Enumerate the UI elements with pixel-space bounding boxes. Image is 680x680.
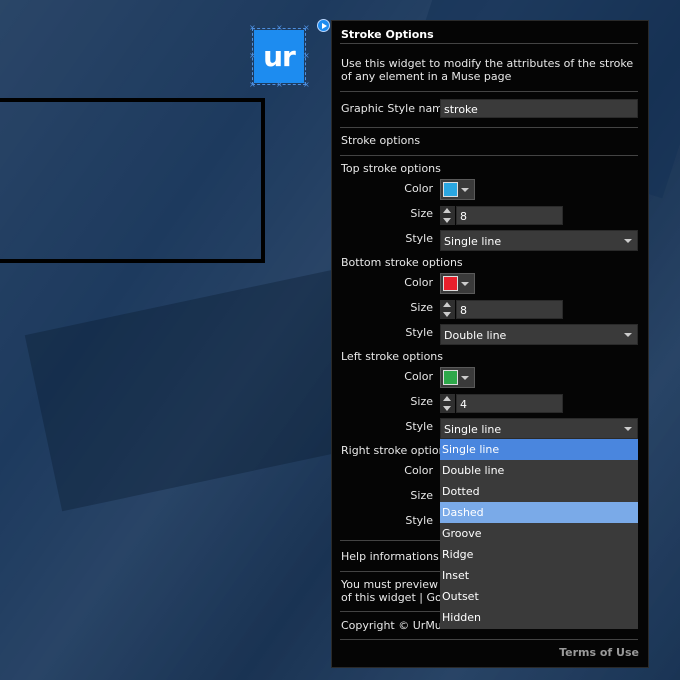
help-text-line-2[interactable]: of this widget | Go to (341, 591, 456, 604)
dropdown-option[interactable]: Dashed (440, 502, 638, 523)
stroke-options-heading: Stroke options (341, 134, 421, 147)
bottom-color-label: Color (404, 276, 433, 289)
bottom-size-label: Size (410, 301, 433, 314)
top-color-label: Color (404, 182, 433, 195)
divider (340, 127, 638, 128)
dropdown-option[interactable]: Double line (440, 460, 638, 481)
dropdown-option[interactable]: Ridge (440, 544, 638, 565)
top-size-input[interactable]: 8 (456, 206, 563, 225)
top-size-label: Size (410, 207, 433, 220)
color-swatch (443, 370, 458, 385)
copyright-text: Copyright © UrMuse (341, 619, 455, 632)
left-color-picker[interactable] (440, 367, 475, 388)
chevron-down-icon (461, 376, 469, 380)
dropdown-option[interactable]: Inset (440, 565, 638, 586)
arrow-down-icon[interactable] (443, 218, 451, 223)
help-heading: Help informations (341, 550, 439, 563)
arrow-up-icon[interactable] (443, 302, 451, 307)
dropdown-option[interactable]: Outset (440, 586, 638, 607)
style-dropdown-list: Single line Double line Dotted Dashed Gr… (440, 439, 638, 629)
dropdown-option[interactable]: Dotted (440, 481, 638, 502)
panel-title: Stroke Options (341, 28, 434, 41)
selection-handle-icon[interactable]: × (276, 81, 283, 89)
bottom-stroke-heading: Bottom stroke options (341, 256, 463, 269)
chevron-down-icon (624, 239, 632, 243)
graphic-style-input[interactable]: stroke (440, 99, 638, 118)
dropdown-option[interactable]: Groove (440, 523, 638, 544)
left-stroke-heading: Left stroke options (341, 350, 444, 363)
arrow-down-icon[interactable] (443, 312, 451, 317)
page-rectangle-element[interactable] (0, 98, 265, 263)
arrow-up-icon[interactable] (443, 396, 451, 401)
chevron-down-icon (461, 188, 469, 192)
bottom-style-label: Style (405, 326, 433, 339)
dropdown-option[interactable]: Single line (440, 439, 638, 460)
dropdown-option[interactable]: Hidden (440, 607, 638, 628)
bottom-style-value: Double line (444, 329, 507, 342)
divider (340, 155, 638, 156)
top-stroke-heading: Top stroke options (341, 162, 441, 175)
selection-handle-icon[interactable]: × (249, 52, 256, 60)
selection-handle-icon[interactable]: × (249, 81, 256, 89)
arrow-down-icon[interactable] (443, 406, 451, 411)
chevron-down-icon (624, 427, 632, 431)
play-icon (321, 22, 327, 29)
logo-text: ur (263, 40, 296, 73)
color-swatch (443, 276, 458, 291)
chevron-down-icon (461, 282, 469, 286)
divider (340, 639, 638, 640)
top-size-stepper[interactable] (440, 206, 455, 225)
top-style-select[interactable]: Single line (440, 230, 638, 251)
left-size-label: Size (410, 395, 433, 408)
bottom-color-picker[interactable] (440, 273, 475, 294)
bottom-size-stepper[interactable] (440, 300, 455, 319)
arrow-up-icon[interactable] (443, 208, 451, 213)
bottom-style-select[interactable]: Double line (440, 324, 638, 345)
terms-of-use-link[interactable]: Terms of Use (559, 646, 639, 659)
left-style-label: Style (405, 420, 433, 433)
widget-options-button[interactable] (317, 19, 330, 32)
color-swatch (443, 182, 458, 197)
top-color-picker[interactable] (440, 179, 475, 200)
divider (340, 43, 638, 44)
selection-handle-icon[interactable]: × (303, 81, 310, 89)
background-shape (24, 268, 376, 512)
top-style-label: Style (405, 232, 433, 245)
right-color-label: Color (404, 464, 433, 477)
selection-handle-icon[interactable]: × (303, 24, 310, 32)
bottom-size-input[interactable]: 8 (456, 300, 563, 319)
selection-handle-icon[interactable]: × (249, 24, 256, 32)
panel-description: Use this widget to modify the attributes… (341, 57, 634, 83)
divider (340, 91, 638, 92)
left-size-stepper[interactable] (440, 394, 455, 413)
right-style-label: Style (405, 514, 433, 527)
graphic-style-label: Graphic Style name (341, 102, 450, 115)
right-size-label: Size (410, 489, 433, 502)
widget-selection[interactable]: ur (252, 28, 306, 85)
left-style-value: Single line (444, 423, 502, 436)
left-style-select[interactable]: Single line (440, 418, 638, 439)
left-size-input[interactable]: 4 (456, 394, 563, 413)
right-stroke-heading: Right stroke options (341, 444, 452, 457)
selection-handle-icon[interactable]: × (276, 24, 283, 32)
left-color-label: Color (404, 370, 433, 383)
top-style-value: Single line (444, 235, 502, 248)
urmuse-logo: ur (254, 30, 304, 83)
selection-handle-icon[interactable]: × (303, 52, 310, 60)
chevron-down-icon (624, 333, 632, 337)
